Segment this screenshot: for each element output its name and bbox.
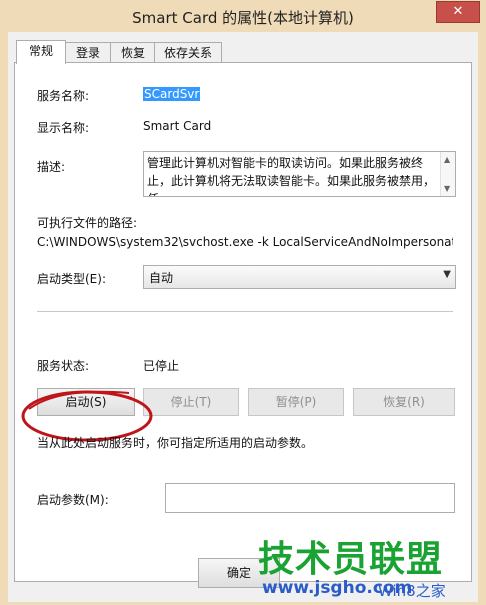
title-bar[interactable]: Smart Card 的属性(本地计算机) ✕ — [0, 0, 486, 32]
description-text: 管理此计算机对智能卡的取读访问。如果此服务被终止，此计算机将无法取读智能卡。如果… — [147, 156, 436, 196]
start-hint: 当从此处启动服务时，你可指定所适用的启动参数。 — [37, 436, 314, 450]
scroll-down-icon[interactable]: ▼ — [444, 184, 450, 193]
properties-window: Smart Card 的属性(本地计算机) ✕ 常规 登录 恢复 依存关系 服务… — [0, 0, 486, 605]
startup-type-select[interactable]: 自动 ▼ — [143, 265, 456, 289]
start-button[interactable]: 启动(S) — [37, 388, 135, 416]
description-scrollbar[interactable]: ▲ ▼ — [440, 152, 455, 196]
description-label: 描述: — [37, 160, 66, 174]
general-panel: 服务名称: SCardSvr 显示名称: Smart Card 描述: 管理此计… — [14, 62, 472, 582]
start-params-input[interactable] — [165, 483, 455, 513]
display-name-value[interactable]: Smart Card — [143, 119, 211, 133]
stop-button[interactable]: 停止(T) — [143, 388, 239, 416]
tab-general[interactable]: 常规 — [16, 40, 66, 64]
tab-logon[interactable]: 登录 — [64, 42, 112, 63]
start-params-label: 启动参数(M): — [37, 493, 109, 507]
startup-type-value: 自动 — [149, 271, 174, 285]
service-name-value[interactable]: SCardSvr — [143, 87, 201, 101]
close-button[interactable]: ✕ — [436, 1, 480, 23]
tab-dependencies[interactable]: 依存关系 — [154, 42, 222, 63]
service-name-label: 服务名称: — [37, 89, 90, 103]
executable-path[interactable]: C:\WINDOWS\system32\svchost.exe -k Local… — [37, 235, 453, 249]
dialog-client: 常规 登录 恢复 依存关系 服务名称: SCardSvr 显示名称: Smart… — [8, 32, 478, 602]
window-title: Smart Card 的属性(本地计算机) — [132, 9, 354, 27]
service-status-label: 服务状态: — [37, 359, 90, 373]
resume-button[interactable]: 恢复(R) — [353, 388, 455, 416]
ok-button[interactable]: 确定 — [198, 558, 280, 588]
path-label: 可执行文件的路径: — [37, 216, 138, 230]
startup-type-label: 启动类型(E): — [37, 272, 106, 286]
description-box[interactable]: 管理此计算机对智能卡的取读访问。如果此服务被终止，此计算机将无法取读智能卡。如果… — [143, 151, 456, 197]
scroll-up-icon[interactable]: ▲ — [444, 155, 450, 164]
chevron-down-icon: ▼ — [443, 269, 451, 280]
display-name-label: 显示名称: — [37, 121, 90, 135]
tab-recovery[interactable]: 恢复 — [110, 42, 156, 63]
separator — [37, 311, 453, 312]
service-status-value: 已停止 — [143, 359, 180, 373]
pause-button[interactable]: 暂停(P) — [248, 388, 344, 416]
